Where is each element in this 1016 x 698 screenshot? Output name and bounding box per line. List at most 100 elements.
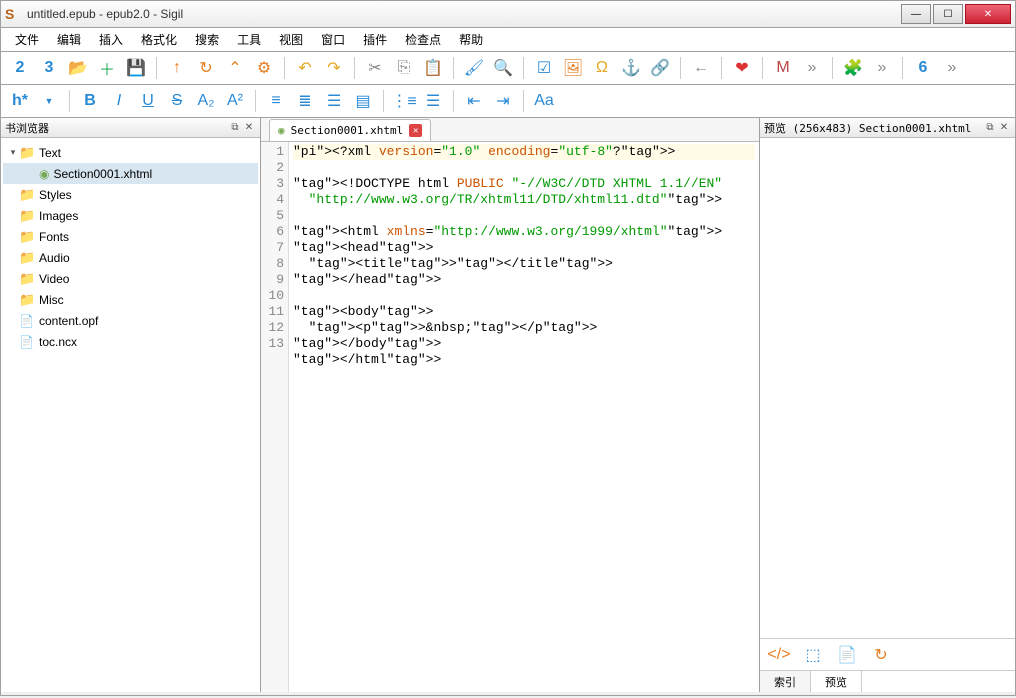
open-folder-icon[interactable]: 📂	[65, 55, 91, 81]
brush-icon[interactable]: 🖌	[461, 55, 487, 81]
align-center-icon[interactable]: ≣	[292, 88, 318, 114]
minimize-button[interactable]: —	[901, 4, 931, 24]
folder-Video[interactable]: 📁Video	[3, 268, 258, 289]
close-tab-icon[interactable]: ✕	[409, 124, 422, 137]
superscript-icon[interactable]: A²	[222, 88, 248, 114]
menu-搜索[interactable]: 搜索	[187, 29, 227, 50]
strikethrough-icon[interactable]: S	[164, 88, 190, 114]
editor-panel: ◉ Section0001.xhtml ✕ 12345678910111213 …	[261, 118, 759, 692]
redo-icon[interactable]: ↷	[321, 55, 347, 81]
indent-icon[interactable]: ⇥	[490, 88, 516, 114]
preview-tab-预览[interactable]: 预览	[811, 671, 862, 692]
tab-label: Section0001.xhtml	[291, 124, 404, 137]
menu-插件[interactable]: 插件	[355, 29, 395, 50]
copy-preview-icon[interactable]: 📄	[834, 642, 860, 668]
reload-icon[interactable]: ↻	[868, 642, 894, 668]
underline-icon[interactable]: U	[135, 88, 161, 114]
copy-icon[interactable]: ⎘	[391, 55, 417, 81]
code-content[interactable]: "pi"><?xml version="1.0" encoding="utf-8…	[289, 142, 759, 692]
cut-icon[interactable]: ✂	[362, 55, 388, 81]
menu-插入[interactable]: 插入	[91, 29, 131, 50]
link-icon[interactable]: 🔗	[647, 55, 673, 81]
editor-tab[interactable]: ◉ Section0001.xhtml ✕	[269, 119, 431, 141]
list-bullet-icon[interactable]: ⋮≡	[391, 88, 417, 114]
bold-icon[interactable]: B	[77, 88, 103, 114]
save-icon[interactable]: 💾	[123, 55, 149, 81]
align-left-icon[interactable]: ≡	[263, 88, 289, 114]
anchor-icon[interactable]: ⚓	[618, 55, 644, 81]
file2-icon[interactable]: 2	[7, 55, 33, 81]
add-icon[interactable]: ＋	[94, 55, 120, 81]
heading-star-icon[interactable]: h*	[7, 88, 33, 114]
titlebar: S untitled.epub - epub2.0 - Sigil — ☐ ✕	[0, 0, 1016, 28]
gear-icon[interactable]: ⚙	[251, 55, 277, 81]
preview-close-icon[interactable]: ✕	[997, 121, 1011, 135]
close-button[interactable]: ✕	[965, 4, 1011, 24]
chevron-right-icon-3[interactable]: »	[939, 55, 965, 81]
chevron-right-icon-2[interactable]: »	[869, 55, 895, 81]
align-justify-icon[interactable]: ▤	[350, 88, 376, 114]
line-gutter: 12345678910111213	[261, 142, 289, 692]
menu-格式化[interactable]: 格式化	[133, 29, 185, 50]
code-view-icon[interactable]: </>	[766, 642, 792, 668]
folder-Images[interactable]: 📁Images	[3, 205, 258, 226]
list-number-icon[interactable]: ☰	[420, 88, 446, 114]
search-icon[interactable]: 🔍	[490, 55, 516, 81]
folder-Audio[interactable]: 📁Audio	[3, 247, 258, 268]
preview-title: 预览 (256x483) Section0001.xhtml	[764, 120, 971, 136]
app-icon: S	[5, 6, 21, 22]
subscript-icon[interactable]: A₂	[193, 88, 219, 114]
plugin-puzzle-icon[interactable]: 🧩	[840, 55, 866, 81]
omega-icon[interactable]: Ω	[589, 55, 615, 81]
preview-panel: 预览 (256x483) Section0001.xhtml ⧉ ✕ </> ⬚…	[759, 118, 1015, 692]
menu-文件[interactable]: 文件	[7, 29, 47, 50]
refresh-icon[interactable]: ↻	[193, 55, 219, 81]
folder-Misc[interactable]: 📁Misc	[3, 289, 258, 310]
preview-tab-索引[interactable]: 索引	[760, 671, 811, 692]
file-tree: ▾📁Text◉Section0001.xhtml📁Styles📁Images📁F…	[1, 138, 260, 692]
menu-检查点[interactable]: 检查点	[397, 29, 449, 50]
preview-undock-icon[interactable]: ⧉	[983, 121, 997, 135]
image-icon[interactable]: 🖼	[560, 55, 586, 81]
select-all-icon[interactable]: ⬚	[800, 642, 826, 668]
menu-视图[interactable]: 视图	[271, 29, 311, 50]
folder-Styles[interactable]: 📁Styles	[3, 184, 258, 205]
outdent-icon[interactable]: ⇤	[461, 88, 487, 114]
paste-icon[interactable]: 📋	[420, 55, 446, 81]
align-right-icon[interactable]: ☰	[321, 88, 347, 114]
heart-icon[interactable]: ❤	[729, 55, 755, 81]
arrow-up-icon[interactable]: ↑	[164, 55, 190, 81]
window-title: untitled.epub - epub2.0 - Sigil	[27, 7, 901, 21]
menu-帮助[interactable]: 帮助	[451, 29, 491, 50]
preview-toolbar: </> ⬚ 📄 ↻	[760, 638, 1015, 670]
heading-dropdown-icon[interactable]: ▼	[36, 88, 62, 114]
case-icon[interactable]: Aa	[531, 88, 557, 114]
folder-Fonts[interactable]: 📁Fonts	[3, 226, 258, 247]
m-icon[interactable]: M	[770, 55, 796, 81]
maximize-button[interactable]: ☐	[933, 4, 963, 24]
file-toc.ncx[interactable]: 📄toc.ncx	[3, 331, 258, 352]
back-icon[interactable]: ←	[688, 55, 714, 81]
validate-icon[interactable]: ☑	[531, 55, 557, 81]
file-Section0001.xhtml[interactable]: ◉Section0001.xhtml	[3, 163, 258, 184]
file-content.opf[interactable]: 📄content.opf	[3, 310, 258, 331]
chevron-right-icon[interactable]: »	[799, 55, 825, 81]
plugin6-icon[interactable]: 6	[910, 55, 936, 81]
panel-close-icon[interactable]: ✕	[242, 121, 256, 135]
italic-icon[interactable]: I	[106, 88, 132, 114]
file-type-icon: ◉	[278, 124, 285, 137]
file3-icon[interactable]: 3	[36, 55, 62, 81]
folder-Text[interactable]: ▾📁Text	[3, 142, 258, 163]
main-area: 书浏览器 ⧉ ✕ ▾📁Text◉Section0001.xhtml📁Styles…	[0, 118, 1016, 692]
menu-工具[interactable]: 工具	[229, 29, 269, 50]
menu-编辑[interactable]: 编辑	[49, 29, 89, 50]
code-editor[interactable]: 12345678910111213 "pi"><?xml version="1.…	[261, 142, 759, 692]
undo-icon[interactable]: ↶	[292, 55, 318, 81]
preview-tabs: 索引预览	[760, 670, 1015, 692]
menu-窗口[interactable]: 窗口	[313, 29, 353, 50]
collapse-icon[interactable]: ⌃	[222, 55, 248, 81]
undock-icon[interactable]: ⧉	[228, 121, 242, 135]
preview-content	[760, 138, 1015, 638]
panel-title: 书浏览器	[5, 120, 49, 136]
book-browser-header: 书浏览器 ⧉ ✕	[1, 118, 260, 138]
